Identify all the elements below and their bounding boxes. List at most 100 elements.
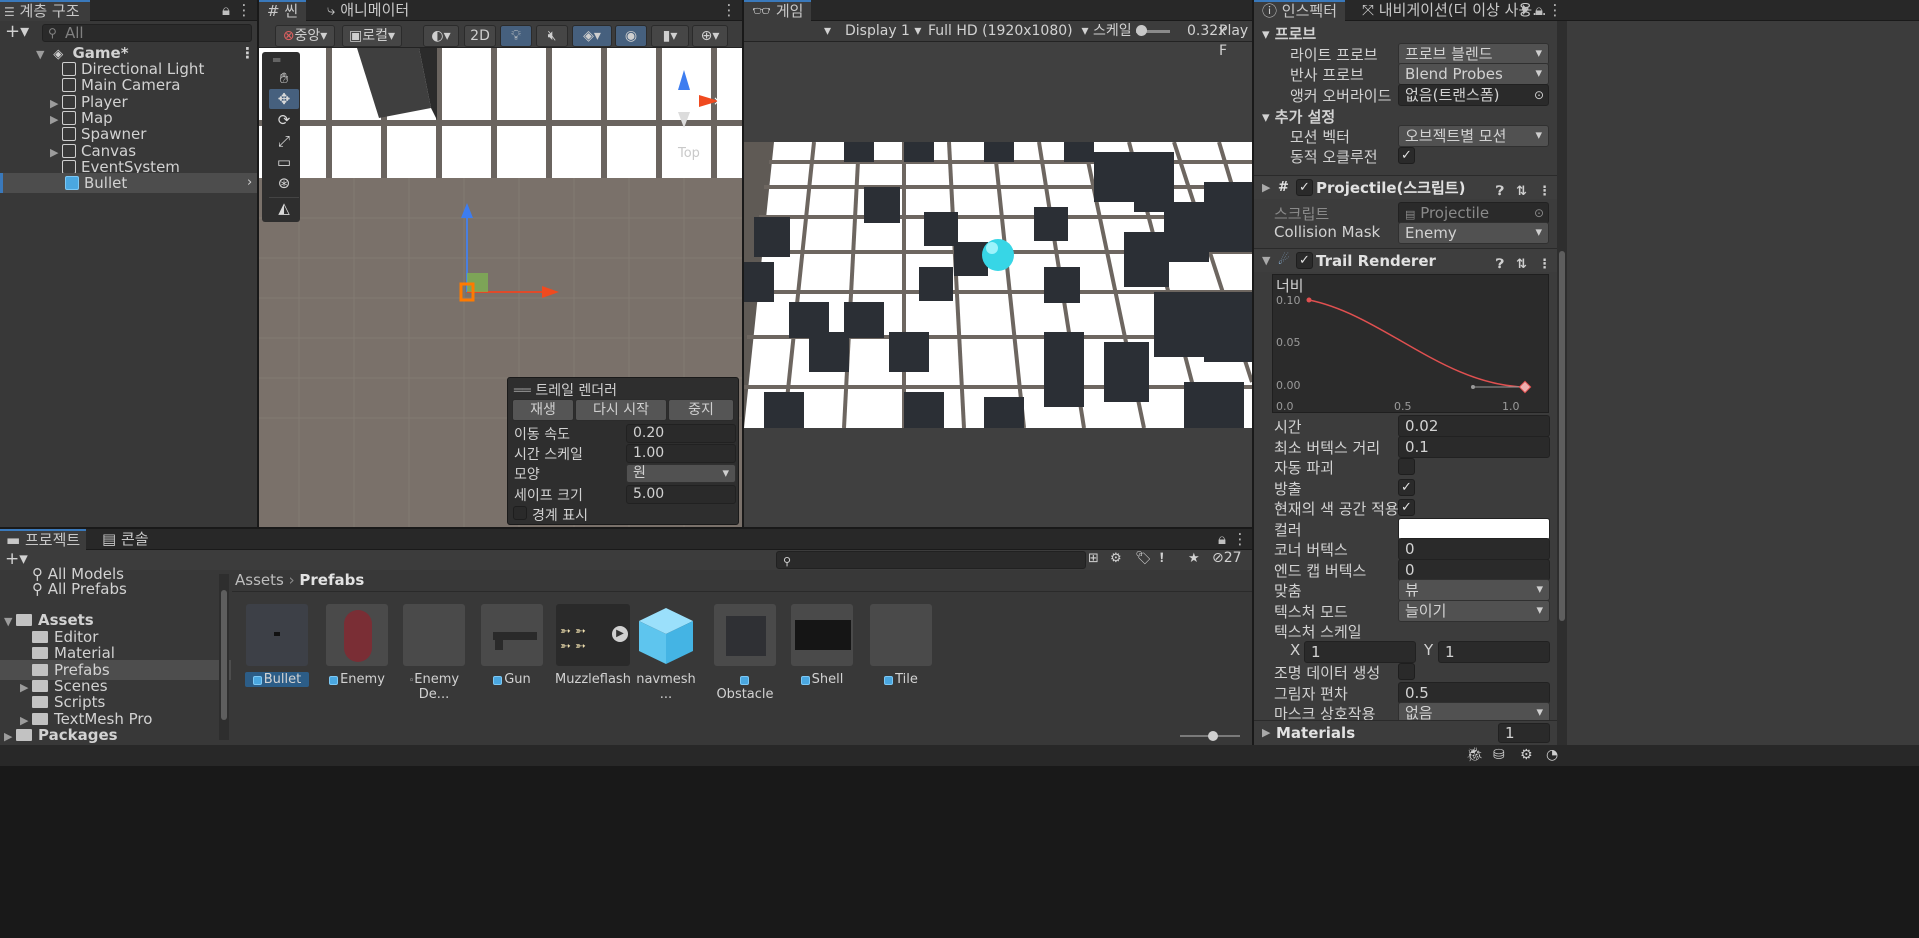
trail-field-checkbox[interactable]: ✓ [1398, 499, 1415, 516]
trail-field-input[interactable]: 0 [1398, 558, 1550, 581]
custom-tool-icon[interactable]: ◭ [269, 197, 299, 217]
trail-field-dropdown[interactable]: 늘이기 [1398, 599, 1550, 622]
hand-tool-icon[interactable]: ✋︎ [269, 68, 299, 88]
move-speed-field[interactable]: 0.20 [626, 424, 736, 443]
asset-navmesh[interactable]: navmesh ... [634, 604, 698, 702]
tree-all-prefabs[interactable]: ⚲ All Prefabs [0, 579, 231, 599]
trail-field-checkbox[interactable]: ✓ [1398, 478, 1415, 496]
foldout-arrow-icon[interactable]: ▼ [1262, 249, 1270, 273]
inspector-scrollbar[interactable] [1557, 21, 1567, 745]
asset-enemy-death[interactable]: ◦Enemy De... [402, 604, 466, 702]
breadcrumb-prefabs[interactable]: Prefabs [299, 571, 364, 589]
game-viewport[interactable] [744, 142, 1252, 428]
drag-handle[interactable]: ═ [273, 53, 280, 67]
lock-icon[interactable]: 🔒︎ [218, 0, 234, 21]
tab-game[interactable]: 👓︎ 게임 [744, 0, 812, 21]
tab-inspector[interactable]: ⓘ 인스펙터 [1254, 0, 1345, 21]
trail-field-input[interactable]: 0.02 [1398, 415, 1550, 437]
pivot-dropdown[interactable]: ⊗중앙▾ [275, 25, 335, 47]
play-preview-icon[interactable]: ▶ [612, 626, 628, 642]
projectile-component-header[interactable]: ▶ # ✓ Projectile(스크립트) ❓︎ ⇅ ⋮ [1254, 175, 1557, 199]
lock-icon[interactable]: 🔒︎ [1531, 0, 1547, 21]
lighting-toggle[interactable]: 💡︎ [500, 25, 532, 47]
reflection-probe-dropdown[interactable]: Blend Probes [1398, 63, 1549, 85]
add-button[interactable]: +▾ [5, 23, 35, 41]
tab-hierarchy[interactable]: ☰ 계층 구조 [0, 0, 90, 21]
rotate-tool-icon[interactable]: ⟳ [269, 110, 299, 130]
2d-toggle[interactable]: 2D [464, 25, 496, 47]
texture-scale-y-field[interactable]: 1 [1438, 640, 1550, 663]
show-bounds-checkbox[interactable] [513, 506, 527, 520]
collision-mask-dropdown[interactable]: Enemy [1398, 222, 1549, 244]
trail-field-input[interactable]: 0.1 [1398, 435, 1550, 458]
chevron-right-icon[interactable]: › [247, 173, 252, 193]
foldout-arrow-icon[interactable]: ▶ [1262, 721, 1270, 745]
kebab-menu-icon[interactable]: ⋮ [236, 0, 252, 21]
trail-color-swatch[interactable] [1398, 517, 1550, 540]
search-input[interactable]: ⚲ All [42, 24, 252, 42]
project-search-input[interactable]: ⚲ [776, 551, 1086, 569]
camera-dropdown[interactable]: ▮▾ [651, 25, 689, 47]
extra-settings-header[interactable]: ▾ 추가 설정 [1262, 106, 1335, 127]
trail-field-dropdown[interactable]: 뷰 [1398, 579, 1550, 601]
hidden-toggle[interactable]: ◉ [615, 25, 647, 47]
materials-count-field[interactable]: 1 [1498, 723, 1550, 743]
hidden-count-badge[interactable]: ⊘27 [1212, 550, 1242, 566]
asset-muzzleflash[interactable]: ➳ ➳ ➳ ➳ ▶ Muzzleflash [555, 604, 631, 687]
asset-obstacle[interactable]: Obstacle [713, 604, 777, 702]
zoom-slider-thumb[interactable] [1208, 731, 1218, 741]
trail-enabled-checkbox[interactable]: ✓ [1296, 252, 1313, 269]
projectile-enabled-checkbox[interactable]: ✓ [1296, 179, 1313, 196]
lock-icon[interactable]: 🔒︎ [1214, 529, 1230, 550]
tab-scene[interactable]: # 씬 [259, 0, 307, 21]
scrollbar-thumb[interactable] [1559, 251, 1565, 621]
time-scale-field[interactable]: 1.00 [626, 444, 736, 463]
effects-dropdown[interactable]: ◈▾ [572, 25, 612, 47]
move-tool-icon[interactable]: ✥ [269, 89, 299, 109]
stop-button[interactable]: 중지 [668, 399, 734, 421]
help-icon[interactable]: ❓︎ [1496, 180, 1504, 204]
width-curve[interactable] [1273, 275, 1550, 414]
asset-enemy[interactable]: Enemy [325, 604, 389, 687]
motion-vectors-dropdown[interactable]: 오브젝트별 모션 [1398, 125, 1549, 147]
display-dropdown[interactable]: Display 1 ▾ [845, 21, 921, 41]
component-menu-icon[interactable]: ⋮ [1538, 180, 1551, 204]
object-picker-icon[interactable]: ⊙ [1534, 85, 1544, 105]
scrollbar-thumb[interactable] [221, 590, 227, 720]
kebab-menu-icon[interactable]: ⋮ [1547, 0, 1563, 21]
kebab-menu-icon[interactable]: ⋮ [721, 0, 737, 21]
filter-type-icon[interactable]: ⚙︎ [1110, 551, 1122, 566]
scale-tool-icon[interactable]: ⤢ [269, 131, 299, 151]
light-probe-dropdown[interactable]: 프로브 블렌드 [1398, 43, 1549, 65]
width-curve-editor[interactable]: 너비 0.10 0.05 0.00 0.0 0.5 1.0 [1272, 274, 1549, 413]
tab-project[interactable]: ▬ 프로젝트 [0, 529, 87, 550]
shading-dropdown[interactable]: ◐▾ [423, 25, 459, 47]
dynamic-occlusion-checkbox[interactable]: ✓ [1398, 147, 1415, 164]
texture-scale-x-field[interactable]: 1 [1304, 640, 1416, 663]
overlay-title[interactable]: ══ 트레일 렌더러 [514, 380, 617, 400]
asset-shell[interactable]: Shell [790, 604, 854, 687]
gizmos-dropdown[interactable]: ⊕▾ [692, 25, 728, 47]
scale-slider-thumb[interactable] [1136, 25, 1147, 36]
tree-packages[interactable]: ▶ Packages [0, 725, 231, 745]
expand-arrow-icon[interactable]: ▶ [4, 727, 16, 745]
favorite-icon[interactable]: ★ [1188, 551, 1200, 566]
progress-icon[interactable]: ◔ [1546, 747, 1558, 763]
kebab-menu-icon[interactable]: ⋮ [1232, 529, 1248, 550]
transform-tool-icon[interactable]: ⊛ [269, 173, 299, 193]
trail-field-checkbox[interactable] [1398, 663, 1415, 680]
asset-bullet[interactable]: Bullet [245, 604, 309, 687]
materials-header[interactable]: ▶ Materials 1 [1254, 720, 1557, 745]
shape-dropdown[interactable]: 원 [626, 464, 736, 483]
lighting-icon[interactable]: ⚙︎ [1520, 747, 1533, 763]
debug-icon[interactable]: 🐞︎ [1466, 747, 1484, 763]
shape-size-field[interactable]: 5.00 [626, 485, 736, 504]
trail-field-input[interactable]: 0.5 [1398, 681, 1550, 704]
foldout-arrow-icon[interactable]: ▶ [1262, 176, 1270, 200]
asset-tile[interactable]: Tile [869, 604, 933, 687]
game-view-dropdown[interactable]: ▾ [824, 21, 831, 41]
restart-button[interactable]: 다시 시작 [575, 399, 667, 421]
play-mode-dropdown[interactable]: Play F [1219, 21, 1252, 61]
label-icon[interactable]: 🏷︎ [1135, 551, 1152, 566]
resolution-dropdown[interactable]: Full HD (1920x1080) ▾ [928, 21, 1089, 41]
